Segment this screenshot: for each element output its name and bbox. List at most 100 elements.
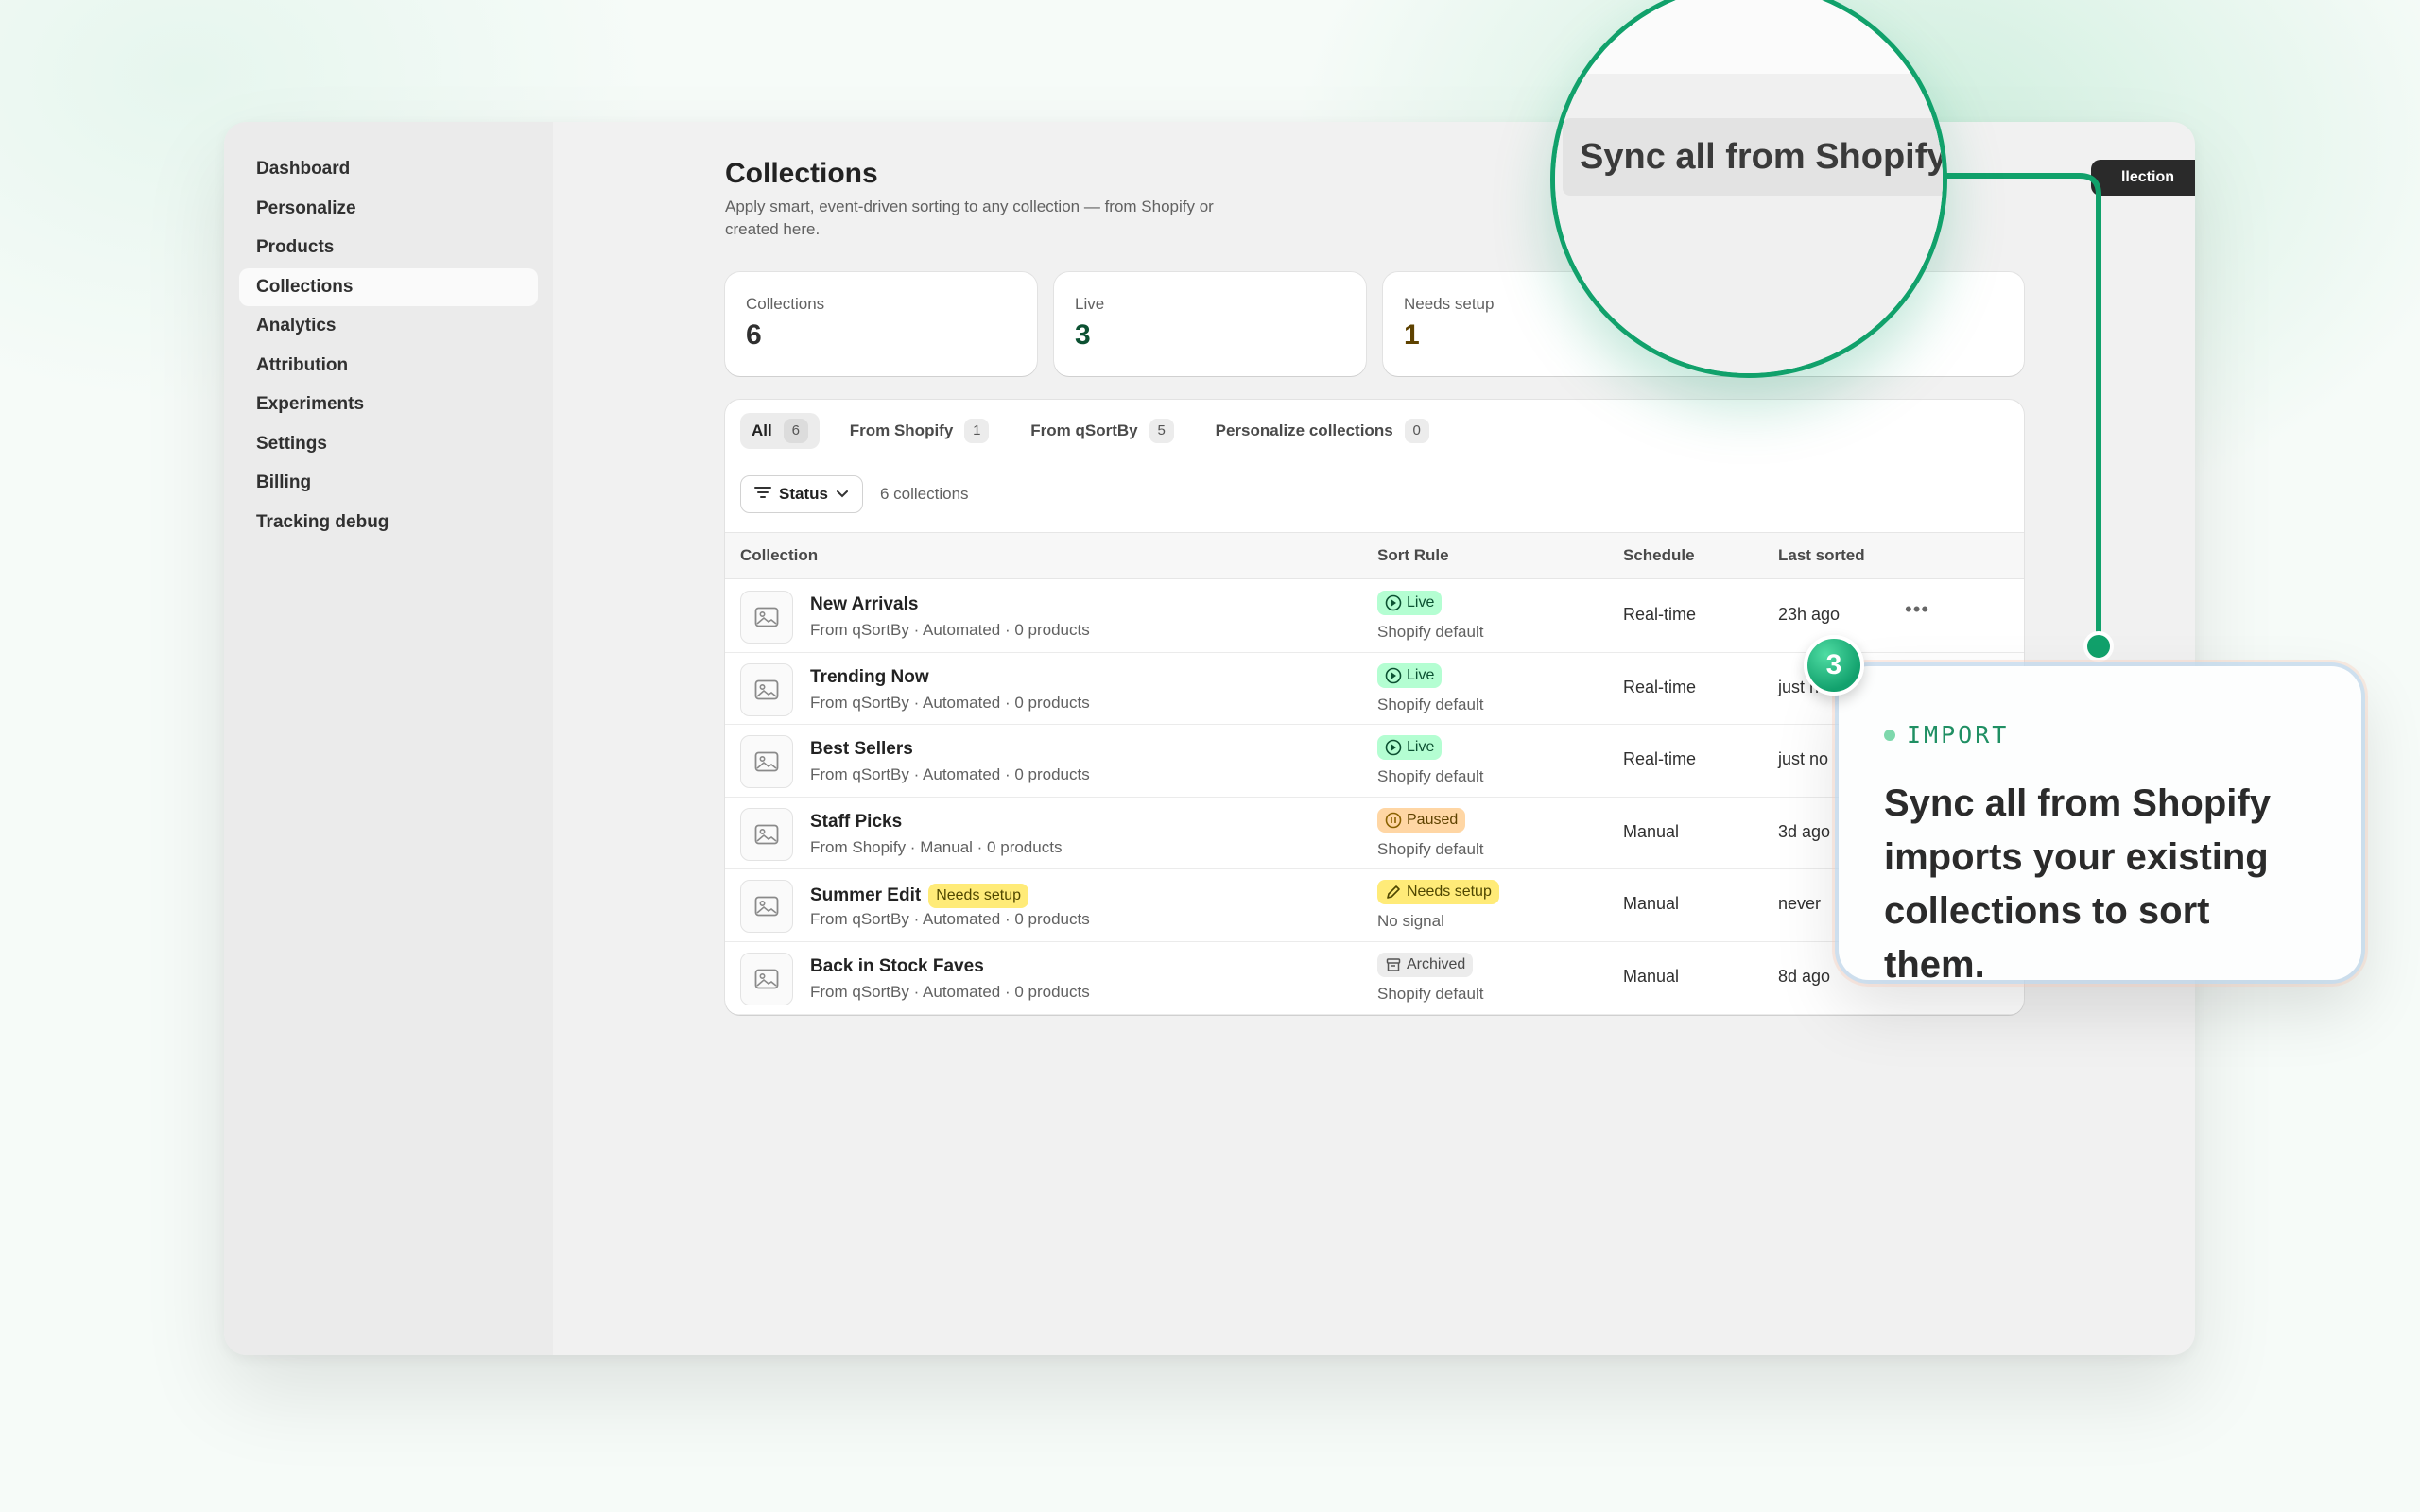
filter-tabs: All 6 From Shopify 1 From qSortBy 5 Pers… bbox=[740, 413, 1441, 449]
status-label: Archived bbox=[1407, 956, 1466, 972]
sidebar-item-tracking-debug[interactable]: Tracking debug bbox=[239, 504, 538, 541]
page-title: Collections bbox=[725, 158, 878, 189]
last-sorted-cell: 8d ago bbox=[1778, 967, 1831, 986]
callout-body: Sync all from Shopify imports your exist… bbox=[1884, 782, 2271, 986]
tab-count: 6 bbox=[783, 419, 808, 443]
status-label: Live bbox=[1407, 739, 1435, 756]
status-filter-button[interactable]: Status bbox=[740, 475, 863, 513]
stat-value: 6 bbox=[746, 319, 762, 351]
table-row[interactable]: Back in Stock Faves From qSortBy · Automa… bbox=[725, 942, 2024, 1015]
tag-dot-icon bbox=[1884, 729, 1895, 741]
pencil-icon bbox=[1385, 884, 1402, 901]
stat-label: Collections bbox=[746, 295, 825, 313]
filter-row: Status 6 collections bbox=[740, 475, 969, 513]
collection-meta: From qSortBy · Automated · 0 products bbox=[810, 765, 1090, 784]
schedule-cell: Real-time bbox=[1623, 605, 1697, 624]
sort-rule-text: Shopify default bbox=[1377, 695, 1484, 713]
table-row[interactable]: Best Sellers From qSortBy · Automated · 0… bbox=[725, 725, 2024, 798]
status-badge-pill: Live bbox=[1377, 735, 1443, 761]
status-badge-pill: Live bbox=[1377, 591, 1443, 615]
image-placeholder-icon bbox=[740, 953, 793, 1005]
collection-name-cell: Best Sellers bbox=[810, 739, 913, 760]
sidebar-item-personalize[interactable]: Personalize bbox=[239, 190, 538, 228]
image-placeholder-icon bbox=[740, 662, 793, 716]
collection-meta: From Shopify · Manual · 0 products bbox=[810, 837, 1063, 856]
sort-rule-text: Shopify default bbox=[1377, 839, 1484, 858]
table-row[interactable]: Summer Edit Needs setup From qSortBy · Aut… bbox=[725, 869, 2024, 942]
tab-label: From qSortBy bbox=[1030, 421, 1138, 439]
stat-card-collections: Collections 6 bbox=[725, 272, 1037, 376]
sidebar-item-dashboard[interactable]: Dashboard bbox=[239, 150, 538, 188]
new-collection-button[interactable]: llection bbox=[2091, 160, 2195, 196]
sort-rule-text: Shopify default bbox=[1377, 623, 1484, 641]
tab-count: 0 bbox=[1404, 419, 1429, 443]
step-number-badge: 3 bbox=[1804, 635, 1864, 696]
tab-label: Personalize collections bbox=[1215, 421, 1393, 439]
schedule-cell: Real-time bbox=[1623, 749, 1697, 769]
magnifier-top bbox=[1555, 0, 1943, 74]
image-placeholder-icon bbox=[740, 591, 793, 644]
column-header-last-sorted[interactable]: Last sorted bbox=[1778, 546, 1865, 565]
tab-count: 1 bbox=[964, 419, 990, 443]
column-header-collection[interactable]: Collection bbox=[740, 546, 818, 565]
stat-value: 3 bbox=[1075, 319, 1091, 351]
sidebar-item-settings[interactable]: Settings bbox=[239, 425, 538, 463]
status-label: Live bbox=[1407, 594, 1435, 610]
collection-name-cell: Trending Now bbox=[810, 667, 929, 688]
tab-from-shopify[interactable]: From Shopify 1 bbox=[838, 413, 1001, 449]
play-circle-icon bbox=[1385, 667, 1402, 684]
collection-name-cell: Summer Edit Needs setup bbox=[810, 884, 1029, 909]
status-label: Needs setup bbox=[1407, 884, 1492, 901]
tab-personalize-collections[interactable]: Personalize collections 0 bbox=[1204, 413, 1441, 449]
collection-meta: From qSortBy · Automated · 0 products bbox=[810, 983, 1090, 1001]
image-placeholder-icon bbox=[740, 735, 793, 789]
collection-name[interactable]: Best Sellers bbox=[810, 739, 913, 760]
collection-name-cell: Back in Stock Faves bbox=[810, 956, 984, 977]
collection-name-cell: New Arrivals bbox=[810, 594, 918, 615]
sort-rule-text: Shopify default bbox=[1377, 767, 1484, 786]
stat-label: Live bbox=[1075, 295, 1105, 313]
tab-from-qsortby[interactable]: From qSortBy 5 bbox=[1019, 413, 1184, 449]
collection-name[interactable]: Summer Edit bbox=[810, 885, 921, 906]
collection-name[interactable]: Staff Picks bbox=[810, 812, 902, 833]
schedule-cell: Manual bbox=[1623, 821, 1680, 841]
collections-panel: All 6 From Shopify 1 From qSortBy 5 Pers… bbox=[725, 400, 2024, 1015]
tab-all[interactable]: All 6 bbox=[740, 413, 820, 449]
more-actions-icon[interactable]: ••• bbox=[1905, 597, 1929, 622]
sidebar-item-analytics[interactable]: Analytics bbox=[239, 307, 538, 345]
sidebar-item-products[interactable]: Products bbox=[239, 229, 538, 266]
page-subtitle: Apply smart, event-driven sorting to any… bbox=[725, 198, 1214, 238]
sidebar-item-experiments[interactable]: Experiments bbox=[239, 386, 538, 423]
needs-setup-badge: Needs setup bbox=[928, 884, 1029, 909]
sync-all-from-shopify-button[interactable]: Sync all from Shopify bbox=[1563, 118, 1943, 196]
pause-circle-icon bbox=[1385, 812, 1402, 829]
status-badge: Live bbox=[1377, 662, 1443, 689]
status-badge: Live bbox=[1377, 735, 1443, 761]
column-header-schedule[interactable]: Schedule bbox=[1623, 546, 1695, 565]
status-badge: Archived bbox=[1377, 953, 1474, 978]
sort-rule-text: No signal bbox=[1377, 912, 1444, 931]
collection-name[interactable]: Back in Stock Faves bbox=[810, 956, 984, 977]
sidebar-item-billing[interactable]: Billing bbox=[239, 464, 538, 502]
sidebar: Dashboard Personalize Products Collectio… bbox=[224, 122, 553, 1355]
filter-lines-icon bbox=[754, 485, 771, 504]
status-label: Live bbox=[1407, 666, 1435, 683]
status-badge-pill: Needs setup bbox=[1377, 880, 1499, 905]
collection-name[interactable]: New Arrivals bbox=[810, 594, 918, 615]
magnifier-lens: Sync all from Shopify bbox=[1550, 0, 1947, 378]
table-row[interactable]: Staff Picks From Shopify · Manual · 0 pro… bbox=[725, 798, 2024, 870]
collection-name[interactable]: Trending Now bbox=[810, 667, 929, 688]
image-placeholder-icon bbox=[740, 807, 793, 861]
last-sorted-cell: 23h ago bbox=[1778, 605, 1841, 624]
sidebar-item-collections[interactable]: Collections bbox=[239, 267, 538, 306]
schedule-cell: Manual bbox=[1623, 894, 1680, 914]
callout-tag-label: IMPORT bbox=[1907, 721, 2010, 748]
sidebar-item-attribution[interactable]: Attribution bbox=[239, 347, 538, 385]
collection-meta: From qSortBy · Automated · 0 products bbox=[810, 910, 1090, 929]
collection-meta: From qSortBy · Automated · 0 products bbox=[810, 621, 1090, 639]
tab-label: All bbox=[752, 421, 772, 439]
last-sorted-cell: 3d ago bbox=[1778, 821, 1831, 841]
table-header: Collection Sort Rule Schedule Last sorte… bbox=[725, 532, 2024, 579]
callout-tag: IMPORT bbox=[1884, 721, 2316, 748]
column-header-sort-rule[interactable]: Sort Rule bbox=[1377, 546, 1449, 565]
